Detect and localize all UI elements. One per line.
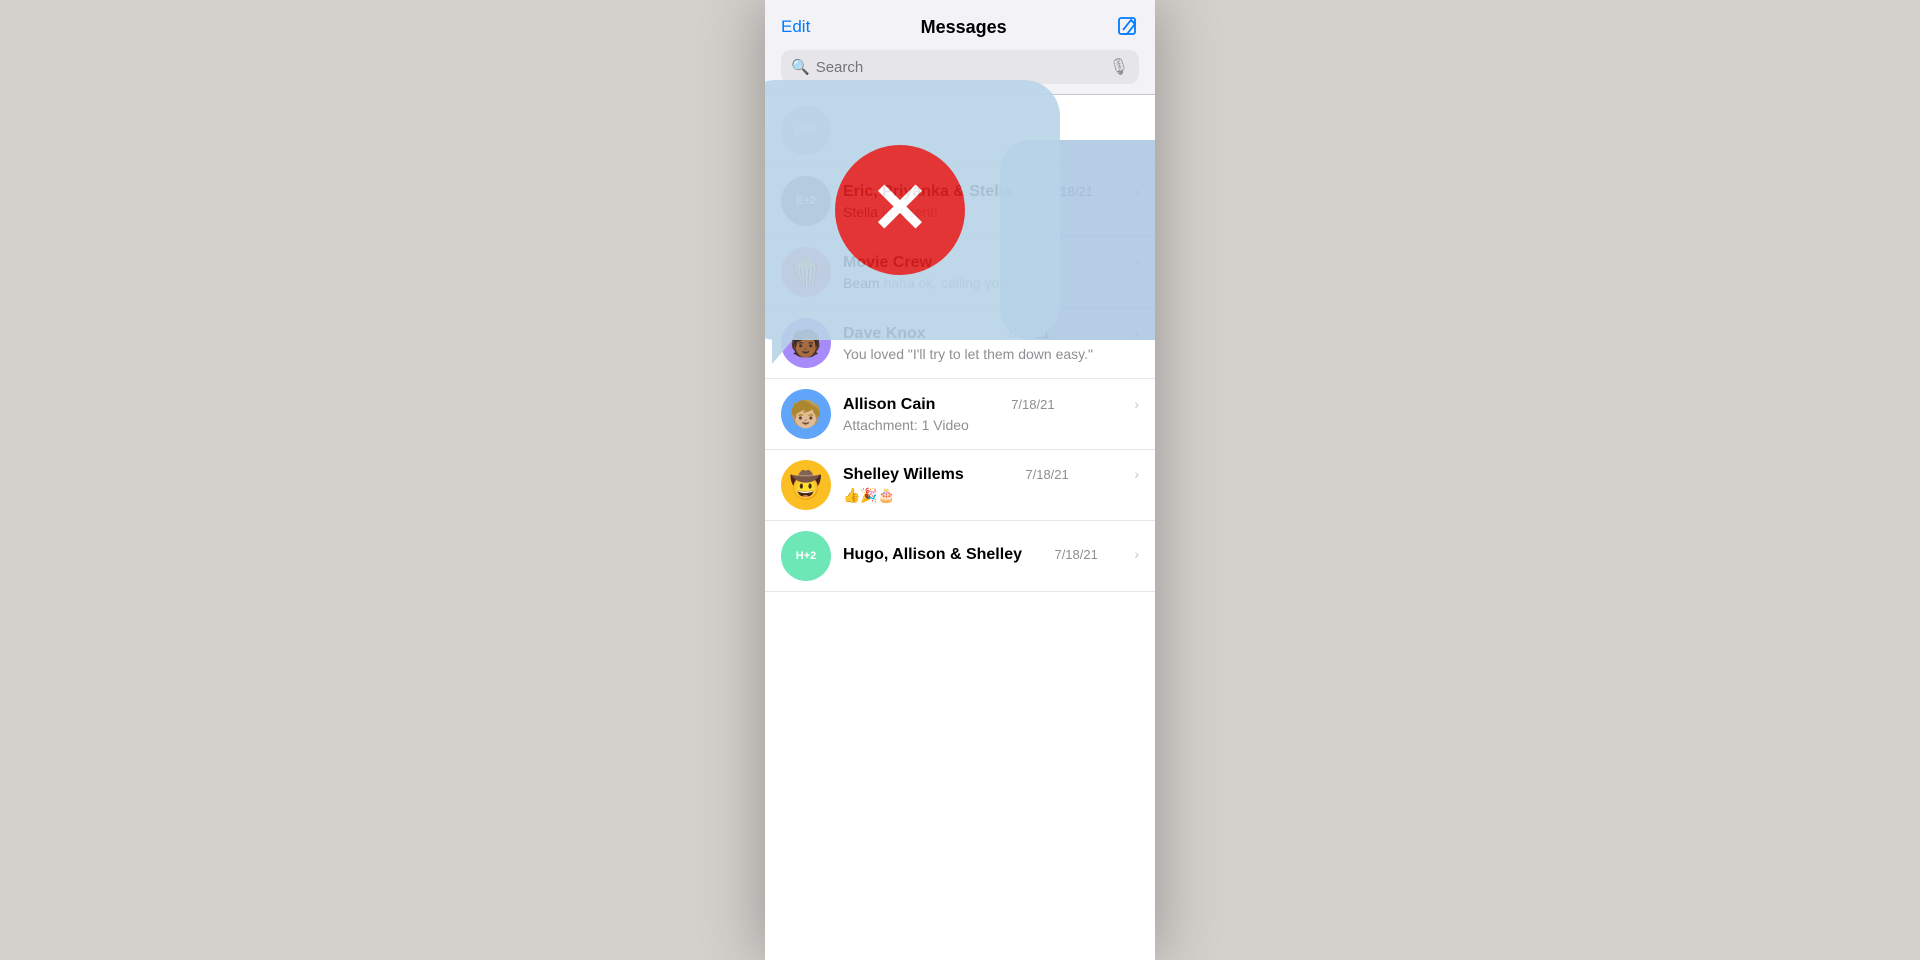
- microphone-icon: 🎙: [1109, 57, 1129, 77]
- message-top: Shelley Willems 7/18/21 ›: [843, 466, 1139, 484]
- chevron-right-icon: ›: [1134, 254, 1139, 270]
- messages-header: Edit Messages 🔍 🎙: [765, 0, 1155, 95]
- phone-panel: Edit Messages 🔍 🎙 ✕: [765, 0, 1155, 960]
- message-date: 7/18/21: [1054, 547, 1097, 562]
- list-item[interactable]: EPS: [765, 95, 1155, 166]
- list-item[interactable]: E+2 Eric, Priyanka & Stella 7/18/21 › St…: [765, 166, 1155, 237]
- contact-name: Dave Knox: [843, 325, 926, 343]
- list-item[interactable]: 🧑🏾 Dave Knox 7/18/21 › You loved "I'll t…: [765, 308, 1155, 379]
- search-input[interactable]: [816, 59, 1103, 76]
- page-title: Messages: [921, 17, 1007, 38]
- message-top: Allison Cain 7/18/21 ›: [843, 396, 1139, 414]
- message-content: Allison Cain 7/18/21 › Attachment: 1 Vid…: [843, 396, 1139, 433]
- message-preview: Stella just sent!: [843, 204, 1139, 220]
- message-top: Movie Crew 7/18/21 ›: [843, 254, 1139, 272]
- message-top: Hugo, Allison & Shelley 7/18/21 ›: [843, 546, 1139, 564]
- message-preview: You loved "I'll try to let them down eas…: [843, 346, 1139, 362]
- contact-name: Hugo, Allison & Shelley: [843, 546, 1022, 564]
- message-preview: Attachment: 1 Video: [843, 417, 1139, 433]
- avatar: 🍿: [781, 247, 831, 297]
- message-content: Hugo, Allison & Shelley 7/18/21 ›: [843, 546, 1139, 567]
- chevron-right-icon: ›: [1134, 183, 1139, 199]
- message-top: Dave Knox 7/18/21 ›: [843, 325, 1139, 343]
- message-date: 7/18/21: [1025, 467, 1068, 482]
- chevron-right-icon: ›: [1134, 325, 1139, 341]
- chevron-right-icon: ›: [1134, 466, 1139, 482]
- list-item[interactable]: H+2 Hugo, Allison & Shelley 7/18/21 ›: [765, 521, 1155, 592]
- message-list: EPS E+2 Eric, Priyanka & Stella 7/18/21 …: [765, 95, 1155, 592]
- header-top: Edit Messages: [781, 16, 1139, 50]
- message-content: [843, 129, 1139, 132]
- preview-sender: Beam: [843, 275, 880, 291]
- avatar: 🧒🏼: [781, 389, 831, 439]
- chevron-right-icon: ›: [1134, 396, 1139, 412]
- message-date: 7/18/21: [1009, 255, 1052, 270]
- message-content: Shelley Willems 7/18/21 › 👍🎉🎂: [843, 466, 1139, 504]
- compose-icon: [1117, 16, 1139, 38]
- list-item[interactable]: 🧒🏼 Allison Cain 7/18/21 › Attachment: 1 …: [765, 379, 1155, 450]
- message-top: Eric, Priyanka & Stella 7/18/21 ›: [843, 183, 1139, 201]
- message-preview: 👍🎉🎂: [843, 487, 1139, 504]
- search-bar: 🔍 🎙: [781, 50, 1139, 84]
- avatar: 🤠: [781, 460, 831, 510]
- search-icon: 🔍: [791, 58, 810, 76]
- message-content: Dave Knox 7/18/21 › You loved "I'll try …: [843, 325, 1139, 362]
- list-item[interactable]: 🍿 Movie Crew 7/18/21 › Beam haha ok, cal…: [765, 237, 1155, 308]
- message-content: Movie Crew 7/18/21 › Beam haha ok, calli…: [843, 254, 1139, 291]
- avatar: E+2: [781, 176, 831, 226]
- compose-button[interactable]: [1117, 16, 1139, 38]
- avatar: EPS: [781, 105, 831, 155]
- message-preview: Beam haha ok, calling you!: [843, 275, 1139, 291]
- message-date: 7/18/21: [1049, 184, 1092, 199]
- avatar: 🧑🏾: [781, 318, 831, 368]
- contact-name: Allison Cain: [843, 396, 935, 414]
- preview-sender: Stella: [843, 204, 878, 220]
- message-date: 7/18/21: [1006, 326, 1049, 341]
- list-item[interactable]: 🤠 Shelley Willems 7/18/21 › 👍🎉🎂: [765, 450, 1155, 521]
- contact-name: Movie Crew: [843, 254, 932, 272]
- avatar: H+2: [781, 531, 831, 581]
- contact-name: Shelley Willems: [843, 466, 964, 484]
- message-content: Eric, Priyanka & Stella 7/18/21 › Stella…: [843, 183, 1139, 220]
- edit-button[interactable]: Edit: [781, 17, 810, 37]
- chevron-right-icon: ›: [1134, 546, 1139, 562]
- contact-name: Eric, Priyanka & Stella: [843, 183, 1012, 201]
- message-date: 7/18/21: [1011, 397, 1054, 412]
